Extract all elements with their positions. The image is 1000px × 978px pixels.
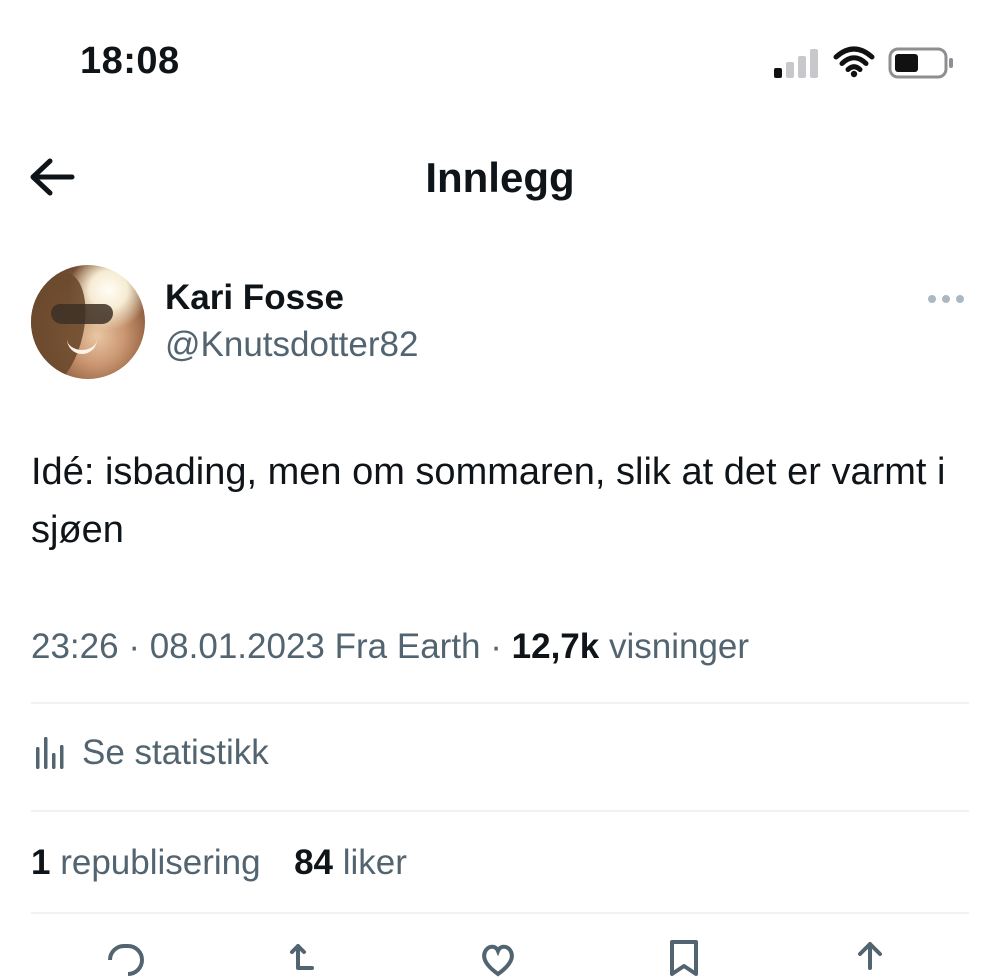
stats-label: Se statistikk (82, 733, 269, 772)
like-icon[interactable] (476, 938, 520, 978)
bookmark-icon[interactable] (662, 938, 706, 978)
post-meta: 23:26 · 08.01.2023 Fra Earth · 12,7k vis… (31, 627, 750, 666)
battery-icon (888, 47, 953, 79)
share-icon[interactable] (848, 938, 892, 978)
likes-count: 84 (294, 843, 334, 882)
post-date: 08.01.2023 (149, 627, 325, 666)
post-source: Fra Earth (334, 627, 481, 666)
wifi-icon (833, 46, 875, 78)
reposts-link[interactable]: 1 republisering (31, 843, 270, 882)
engagement-counts: 1 republisering 84 liker (31, 843, 407, 883)
bar-chart-icon (36, 737, 64, 769)
views-count: 12,7k (511, 627, 600, 666)
post-text: Idé: isbading, men om sommaren, slik at … (31, 451, 946, 551)
more-options-icon[interactable] (924, 292, 968, 306)
divider (31, 810, 969, 812)
avatar[interactable] (31, 265, 145, 379)
page-title: Innlegg (425, 154, 575, 201)
reposts-count: 1 (31, 843, 51, 882)
divider (31, 912, 969, 914)
likes-link[interactable]: 84 liker (294, 843, 407, 882)
divider (31, 702, 969, 704)
likes-label: liker (342, 843, 407, 882)
repost-icon[interactable] (286, 938, 330, 978)
cellular-signal-icon (774, 48, 820, 78)
reposts-label: republisering (60, 843, 261, 882)
post-time: 23:26 (31, 627, 119, 666)
author-handle[interactable]: @Knutsdotter82 (165, 325, 418, 365)
views-label: visninger (608, 627, 750, 666)
reply-icon[interactable] (102, 938, 146, 978)
back-arrow-icon[interactable] (28, 154, 78, 200)
status-time: 18:08 (80, 40, 180, 82)
author-name[interactable]: Kari Fosse (165, 278, 344, 318)
